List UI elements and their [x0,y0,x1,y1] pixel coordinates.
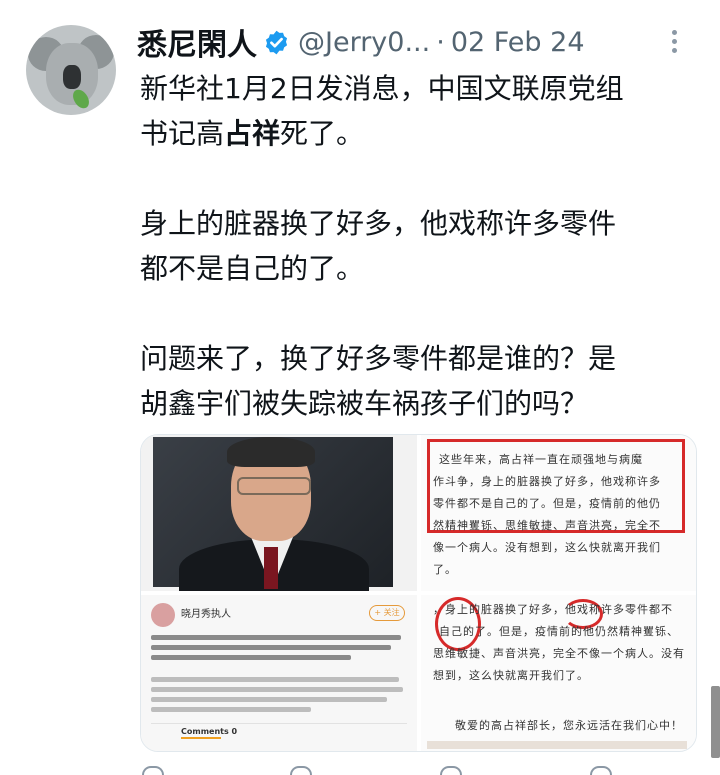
bold-name-segment: 占祥 [224,117,281,150]
excerpt-line: 敬爱的高占祥部长，您永远活在我们心中！ [455,719,683,732]
author-display-name[interactable]: 悉尼閑人 [137,20,257,64]
tweet-action-bar [140,764,700,775]
portrait-image [153,437,393,591]
tweet-line: 书记高占祥死了。 [140,111,700,156]
tweet-date[interactable]: 02 Feb 24 [451,27,585,58]
verified-badge-icon [265,30,288,54]
tweet-text-segment: 死了。 [280,117,365,150]
tweet-line: 都不是自己的了。 [140,252,365,285]
excerpt-line: 自己的了。但是，疫情前的他仍然精神矍铄、 [439,625,679,638]
media-photo-portrait[interactable] [141,435,417,591]
retweet-icon[interactable] [290,766,312,775]
excerpt-line: 零件都不是自己的了。但是，疫情前的他仍 [433,497,661,510]
koala-nose [63,65,81,89]
media-article-excerpt[interactable]: 这些年来，高占祥一直在顽强地与病魔 作斗争，身上的脏器换了好多，他戏称许多 零件… [421,435,696,591]
post-author-name: 晓月秀执人 [181,609,231,620]
reply-icon[interactable] [142,766,164,775]
more-options-icon[interactable] [666,26,682,62]
scrollbar[interactable] [711,686,720,758]
post-avatar [151,603,175,627]
excerpt-line: ，身上的脏器换了好多，他戏称许多零件都不 [433,603,673,616]
separator-dot: · [436,26,445,58]
author-handle[interactable]: @Jerry0... [298,27,430,58]
tweet-line: 新华社1月2日发消息，中国文联原党组 [140,72,624,105]
excerpt-line: 像一个病人。没有想到，这么快就离开我们 [433,541,661,554]
excerpt-line: 了。 [433,563,457,576]
comments-tab: Comments 0 [181,727,238,736]
excerpt-line: 想到，这么快就离开我们了。 [433,669,589,682]
tweet-text-segment: 书记高 [140,117,225,150]
media-grid: 这些年来，高占祥一直在顽强地与病魔 作斗争，身上的脏器换了好多，他戏称许多 零件… [140,434,697,752]
media-article-excerpt-2[interactable]: ，身上的脏器换了好多，他戏称许多零件都不 自己的了。但是，疫情前的他仍然精神矍铄… [421,595,696,751]
excerpt-line: 这些年来，高占祥一直在顽强地与病魔 [439,453,643,466]
excerpt-line: 思维敏捷、声音洪亮，完全不像一个病人。没有 [433,647,685,660]
excerpt-line: 作斗争，身上的脏器换了好多，他戏称许多 [433,475,661,488]
excerpt-line: 然精神矍铄、思维敏捷、声音洪亮，完全不 [433,519,661,532]
share-icon[interactable] [590,766,612,775]
media-social-post[interactable]: 晓月秀执人 + 关注 Comments 0 [141,595,417,751]
author-avatar[interactable] [26,25,116,115]
tweet-header: 悉尼閑人 @Jerry0... · 02 Feb 24 [137,20,697,64]
tweet-body: 新华社1月2日发消息，中国文联原党组 书记高占祥死了。 身上的脏器换了好多，他戏… [140,66,700,426]
follow-button: + 关注 [369,605,405,621]
tweet-line: 胡鑫宇们被失踪被车祸孩子们的吗？ [140,387,589,420]
like-icon[interactable] [440,766,462,775]
tweet-line: 问题来了，换了好多零件都是谁的？是 [140,342,617,375]
tweet-line: 身上的脏器换了好多，他戏称许多零件 [140,207,617,240]
